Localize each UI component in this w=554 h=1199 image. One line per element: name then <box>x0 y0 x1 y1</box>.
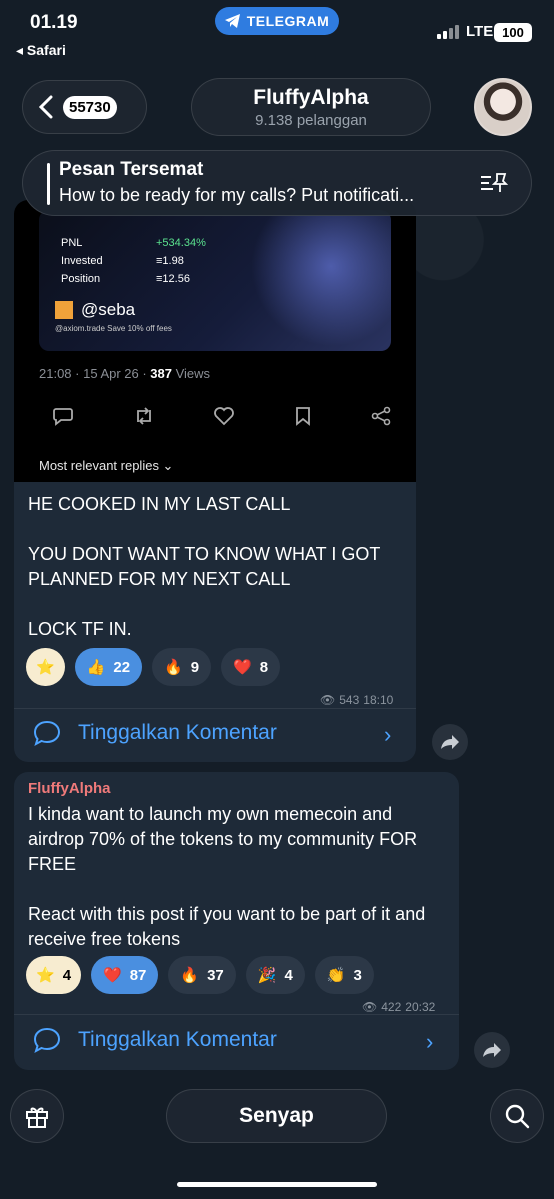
telegram-pill[interactable]: TELEGRAM <box>215 7 339 35</box>
reaction-fire[interactable]: 🔥 37 <box>168 956 236 994</box>
telegram-icon <box>224 14 240 28</box>
tweet-meta: 21:08 · 15 Apr 26 · 387 Views <box>39 366 211 381</box>
reaction-star[interactable]: ⭐ <box>26 648 65 686</box>
pnl-card: PNL +534.34% Invested ≡1.98 Position ≡12.56… <box>39 210 391 351</box>
reaction-thumbs-up[interactable]: 👍 22 <box>74 648 143 686</box>
channel-title-pill[interactable]: FluffyAlpha 9.138 pelanggan <box>191 78 431 136</box>
axiom-logo-icon <box>55 301 73 319</box>
chevron-left-icon <box>39 95 53 119</box>
forward-button[interactable] <box>432 724 468 760</box>
message-bubble[interactable]: PNL +534.34% Invested ≡1.98 Position ≡12.56… <box>14 200 416 762</box>
replies-sort: Most relevant replies ⌄ <box>39 458 174 473</box>
embedded-tweet-image[interactable]: PNL +534.34% Invested ≡1.98 Position ≡12.56… <box>14 200 416 482</box>
message-text: HE COOKED IN MY LAST CALL YOU DONT WANT … <box>28 494 381 639</box>
channel-name: FluffyAlpha <box>253 86 369 109</box>
leave-comment-button[interactable]: Tinggalkan Komentar <box>32 1026 277 1054</box>
reaction-heart[interactable]: ❤️ 87 <box>91 956 159 994</box>
tweet-actions <box>52 406 392 426</box>
like-icon <box>214 407 234 426</box>
mute-button[interactable]: Senyap <box>166 1089 387 1143</box>
pinned-list-icon[interactable] <box>479 171 509 195</box>
gift-button[interactable] <box>10 1089 64 1143</box>
sender-name: FluffyAlpha <box>28 780 111 797</box>
view-count: 👁 543 18:10 <box>320 693 394 707</box>
gift-icon <box>26 1107 48 1128</box>
clock: 01.19 <box>30 12 78 33</box>
eye-icon: 👁 <box>362 1000 378 1014</box>
eye-icon: 👁 <box>320 693 336 707</box>
forward-icon <box>483 1043 501 1057</box>
reaction-bar: ⭐ 👍 22 🔥 9 ❤️ 8 <box>26 648 281 686</box>
chevron-right-icon: › <box>426 1029 434 1054</box>
comment-bubble-icon <box>33 1027 61 1054</box>
message-text: I kinda want to launch my own memecoin a… <box>28 804 426 949</box>
chevron-right-icon: › <box>384 722 392 747</box>
back-button[interactable]: 55730 <box>22 80 147 134</box>
view-count: 👁 422 20:32 <box>362 1000 436 1014</box>
status-bar: 01.19 ◂ Safari TELEGRAM LTE 100 <box>0 0 554 66</box>
reaction-fire[interactable]: 🔥 9 <box>152 648 212 686</box>
bookmark-icon <box>295 407 310 426</box>
forward-icon <box>441 735 459 749</box>
comment-bubble-icon <box>33 720 61 747</box>
forward-button[interactable] <box>474 1032 510 1068</box>
signal-icon <box>437 25 459 39</box>
unread-count-badge: 55730 <box>63 95 117 119</box>
reply-icon <box>53 408 73 426</box>
telegram-label: TELEGRAM <box>246 13 330 29</box>
message-bubble[interactable]: FluffyAlpha I kinda want to launch my ow… <box>14 772 459 1070</box>
reaction-clap[interactable]: 👏 3 <box>314 956 374 994</box>
pinned-message-bar[interactable]: Pesan Tersemat How to be ready for my ca… <box>22 150 532 216</box>
reaction-party[interactable]: 🎉 4 <box>245 956 305 994</box>
channel-avatar[interactable] <box>474 78 532 136</box>
pinned-title: Pesan Tersemat <box>59 159 204 180</box>
battery-icon: 100 <box>494 23 532 42</box>
reaction-bar: ⭐ 4 ❤️ 87 🔥 37 🎉 4 👏 3 <box>26 956 374 994</box>
home-indicator <box>177 1182 377 1187</box>
back-to-safari[interactable]: ◂ Safari <box>16 42 66 59</box>
reaction-star[interactable]: ⭐ 4 <box>26 956 82 994</box>
search-icon <box>505 1104 530 1129</box>
leave-comment-button[interactable]: Tinggalkan Komentar <box>32 719 277 747</box>
share-tweet-icon <box>371 406 391 426</box>
subscriber-count: 9.138 pelanggan <box>255 112 367 129</box>
network-label: LTE <box>466 23 494 40</box>
pinned-text: How to be ready for my calls? Put notifi… <box>59 185 415 205</box>
search-button[interactable] <box>490 1089 544 1143</box>
retweet-icon <box>136 407 151 425</box>
reaction-heart[interactable]: ❤️ 8 <box>221 648 281 686</box>
